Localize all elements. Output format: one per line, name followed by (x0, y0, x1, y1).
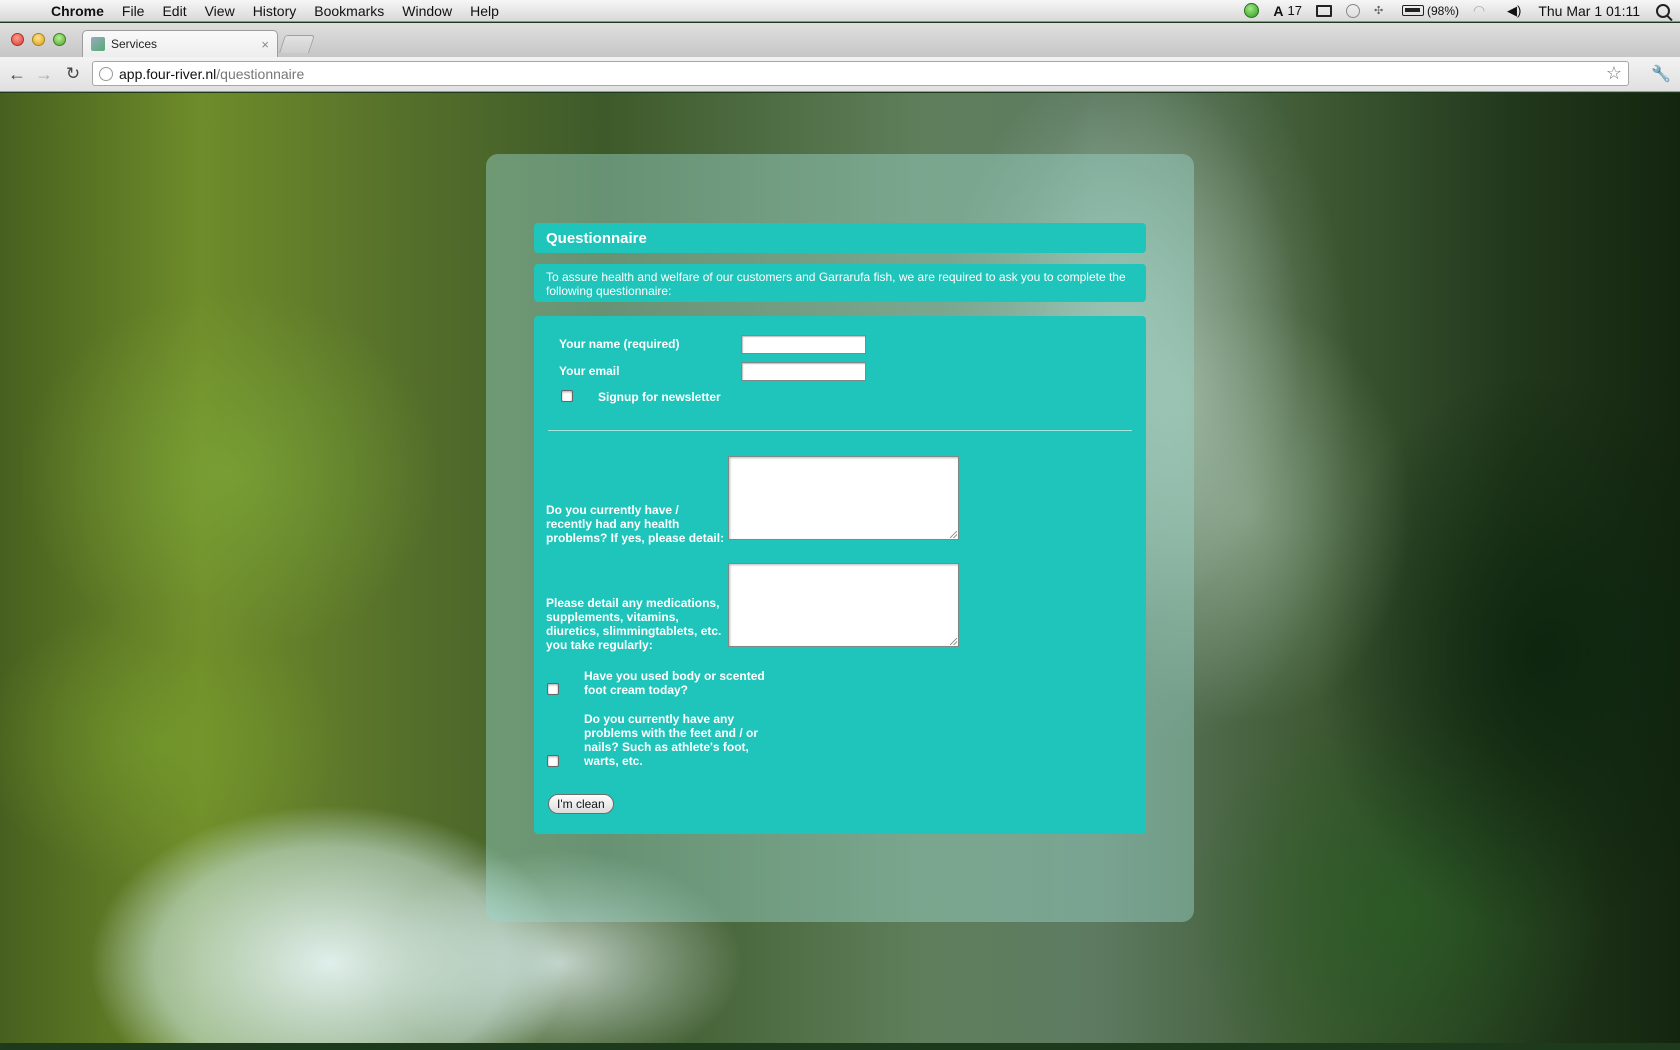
tab-close-icon[interactable]: × (261, 37, 269, 52)
menu-chrome[interactable]: Chrome (42, 0, 113, 22)
feet-problems-label: Do you currently have any problems with … (584, 712, 759, 768)
time-machine-icon[interactable] (1345, 3, 1360, 18)
newsletter-checkbox[interactable] (561, 390, 573, 402)
page-background: Questionnaire To assure health and welfa… (0, 93, 1680, 1043)
foot-cream-checkbox[interactable] (547, 683, 559, 695)
name-label: Your name (required) (559, 337, 680, 351)
status-green-icon[interactable] (1244, 3, 1260, 18)
browser-toolbar: ← → ↻ app.four-river.nl/questionnaire ☆ … (0, 57, 1680, 92)
health-label: Do you currently have / recently had any… (546, 503, 725, 545)
tab-bar: Services × (0, 23, 1680, 57)
window-close-button[interactable] (11, 33, 24, 46)
window-minimize-button[interactable] (32, 33, 45, 46)
wifi-icon[interactable]: ◠ (1473, 2, 1493, 19)
globe-icon (99, 66, 113, 81)
menu-edit[interactable]: Edit (153, 0, 195, 22)
email-field[interactable] (741, 362, 866, 381)
email-label: Your email (559, 364, 620, 378)
wrench-icon[interactable]: 🔧 (1651, 64, 1671, 84)
new-tab-button[interactable] (279, 35, 315, 53)
window-zoom-button[interactable] (53, 33, 66, 46)
spotlight-search-icon[interactable] (1656, 3, 1670, 18)
menu-file[interactable]: File (113, 0, 154, 22)
url-host: app.four-river.nl (119, 65, 217, 82)
menu-bookmarks[interactable]: Bookmarks (305, 0, 393, 22)
page-title: Questionnaire (534, 223, 1146, 253)
health-problems-textarea[interactable] (728, 456, 959, 540)
newsletter-label: Signup for newsletter (598, 390, 721, 404)
medications-textarea[interactable] (728, 563, 959, 647)
intro-text: To assure health and welfare of our cust… (534, 264, 1146, 302)
address-bar[interactable]: app.four-river.nl/questionnaire ☆ (92, 61, 1629, 86)
adobe-updates[interactable]: A 17 (1266, 0, 1309, 22)
questionnaire-form: Your name (required) Your email Signup f… (534, 316, 1146, 834)
adobe-count: 17 (1287, 3, 1302, 18)
divider (548, 430, 1132, 431)
url-path: /questionnaire (216, 65, 305, 82)
foot-cream-label: Have you used body or scented foot cream… (584, 669, 765, 697)
tab-title: Services (111, 37, 158, 51)
battery-percent: (98%) (1426, 3, 1459, 18)
back-arrow-icon[interactable]: ← (6, 63, 28, 85)
questionnaire-panel: Questionnaire To assure health and welfa… (486, 154, 1194, 922)
menu-window[interactable]: Window (393, 0, 461, 22)
menu-bar: Chrome File Edit View History Bookmarks … (0, 0, 1680, 22)
bluetooth-icon[interactable]: ✣ (1374, 4, 1388, 17)
menu-view[interactable]: View (196, 0, 244, 22)
battery-status[interactable]: (98%) (1395, 0, 1466, 22)
bookmark-star-icon[interactable]: ☆ (1606, 63, 1622, 84)
name-field[interactable] (741, 335, 866, 354)
adobe-icon: A (1273, 2, 1284, 19)
forward-arrow-icon[interactable]: → (33, 63, 55, 85)
medication-label: Please detail any medications, supplemen… (546, 596, 722, 652)
reload-icon[interactable]: ↻ (62, 63, 84, 85)
volume-icon[interactable]: ◀) (1507, 3, 1521, 19)
page-favicon-icon (91, 37, 105, 51)
submit-button[interactable]: I'm clean (548, 794, 614, 814)
feet-problems-checkbox[interactable] (547, 755, 559, 767)
display-icon[interactable] (1315, 4, 1332, 17)
menu-clock[interactable]: Thu Mar 1 01:11 (1528, 3, 1650, 19)
tab-services[interactable]: Services × (82, 30, 278, 57)
menu-history[interactable]: History (244, 0, 306, 22)
menu-help[interactable]: Help (461, 0, 508, 22)
battery-icon (1401, 5, 1424, 16)
